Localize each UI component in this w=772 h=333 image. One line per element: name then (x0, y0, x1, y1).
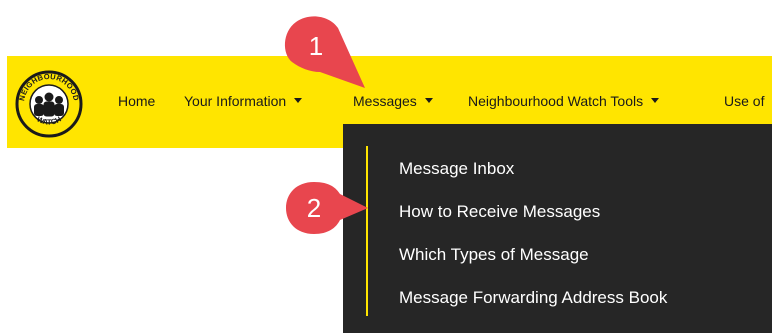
callout-2-number: 2 (306, 193, 322, 223)
nav-home-label: Home (118, 93, 156, 109)
nav-home[interactable]: Home (118, 91, 155, 111)
menu-item-how-to-receive-messages[interactable]: How to Receive Messages (399, 200, 600, 224)
neighbourhood-watch-logo[interactable]: NEIGHBOURHOOD WATCH (15, 70, 83, 138)
menu-item-which-types-of-message[interactable]: Which Types of Message (399, 243, 589, 267)
menu-item-message-forwarding-address-book[interactable]: Message Forwarding Address Book (399, 286, 667, 310)
nav-use-of-label: Use of (724, 93, 765, 109)
caret-down-icon (424, 97, 433, 103)
menu-item-message-inbox[interactable]: Message Inbox (399, 157, 514, 181)
callout-1-number: 1 (308, 31, 324, 61)
nav-neighbourhood-watch-tools[interactable]: Neighbourhood Watch Tools (468, 91, 660, 111)
caret-down-icon (651, 97, 660, 103)
nav-neighbourhood-watch-tools-label: Neighbourhood Watch Tools (468, 93, 644, 109)
nav-use-of[interactable]: Use of (724, 91, 764, 111)
